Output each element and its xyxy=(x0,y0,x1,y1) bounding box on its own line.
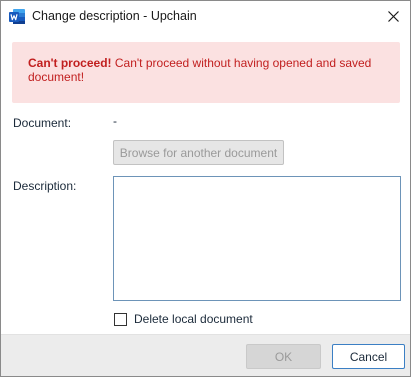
change-description-dialog: Change description - Upchain Can't proce… xyxy=(0,0,411,377)
ok-button[interactable]: OK xyxy=(246,344,321,369)
description-input[interactable] xyxy=(113,176,401,301)
document-label: Document: xyxy=(13,116,72,130)
delete-local-document-label[interactable]: Delete local document xyxy=(134,312,253,326)
alert-title: Can't proceed! xyxy=(28,56,112,70)
delete-local-document-row[interactable]: Delete local document xyxy=(114,312,253,326)
document-value: - xyxy=(113,114,117,128)
error-alert: Can't proceed! Can't proceed without hav… xyxy=(12,42,400,103)
browse-document-button[interactable]: Browse for another document xyxy=(113,140,284,165)
title-bar[interactable]: Change description - Upchain xyxy=(1,1,410,33)
close-icon xyxy=(387,11,399,22)
close-button[interactable] xyxy=(378,3,408,30)
cancel-button[interactable]: Cancel xyxy=(332,344,405,369)
dialog-footer: OK Cancel xyxy=(1,334,410,376)
description-label: Description: xyxy=(13,179,77,193)
delete-local-document-checkbox[interactable] xyxy=(114,312,127,326)
window-title: Change description - Upchain xyxy=(32,9,197,23)
word-icon xyxy=(9,9,25,24)
